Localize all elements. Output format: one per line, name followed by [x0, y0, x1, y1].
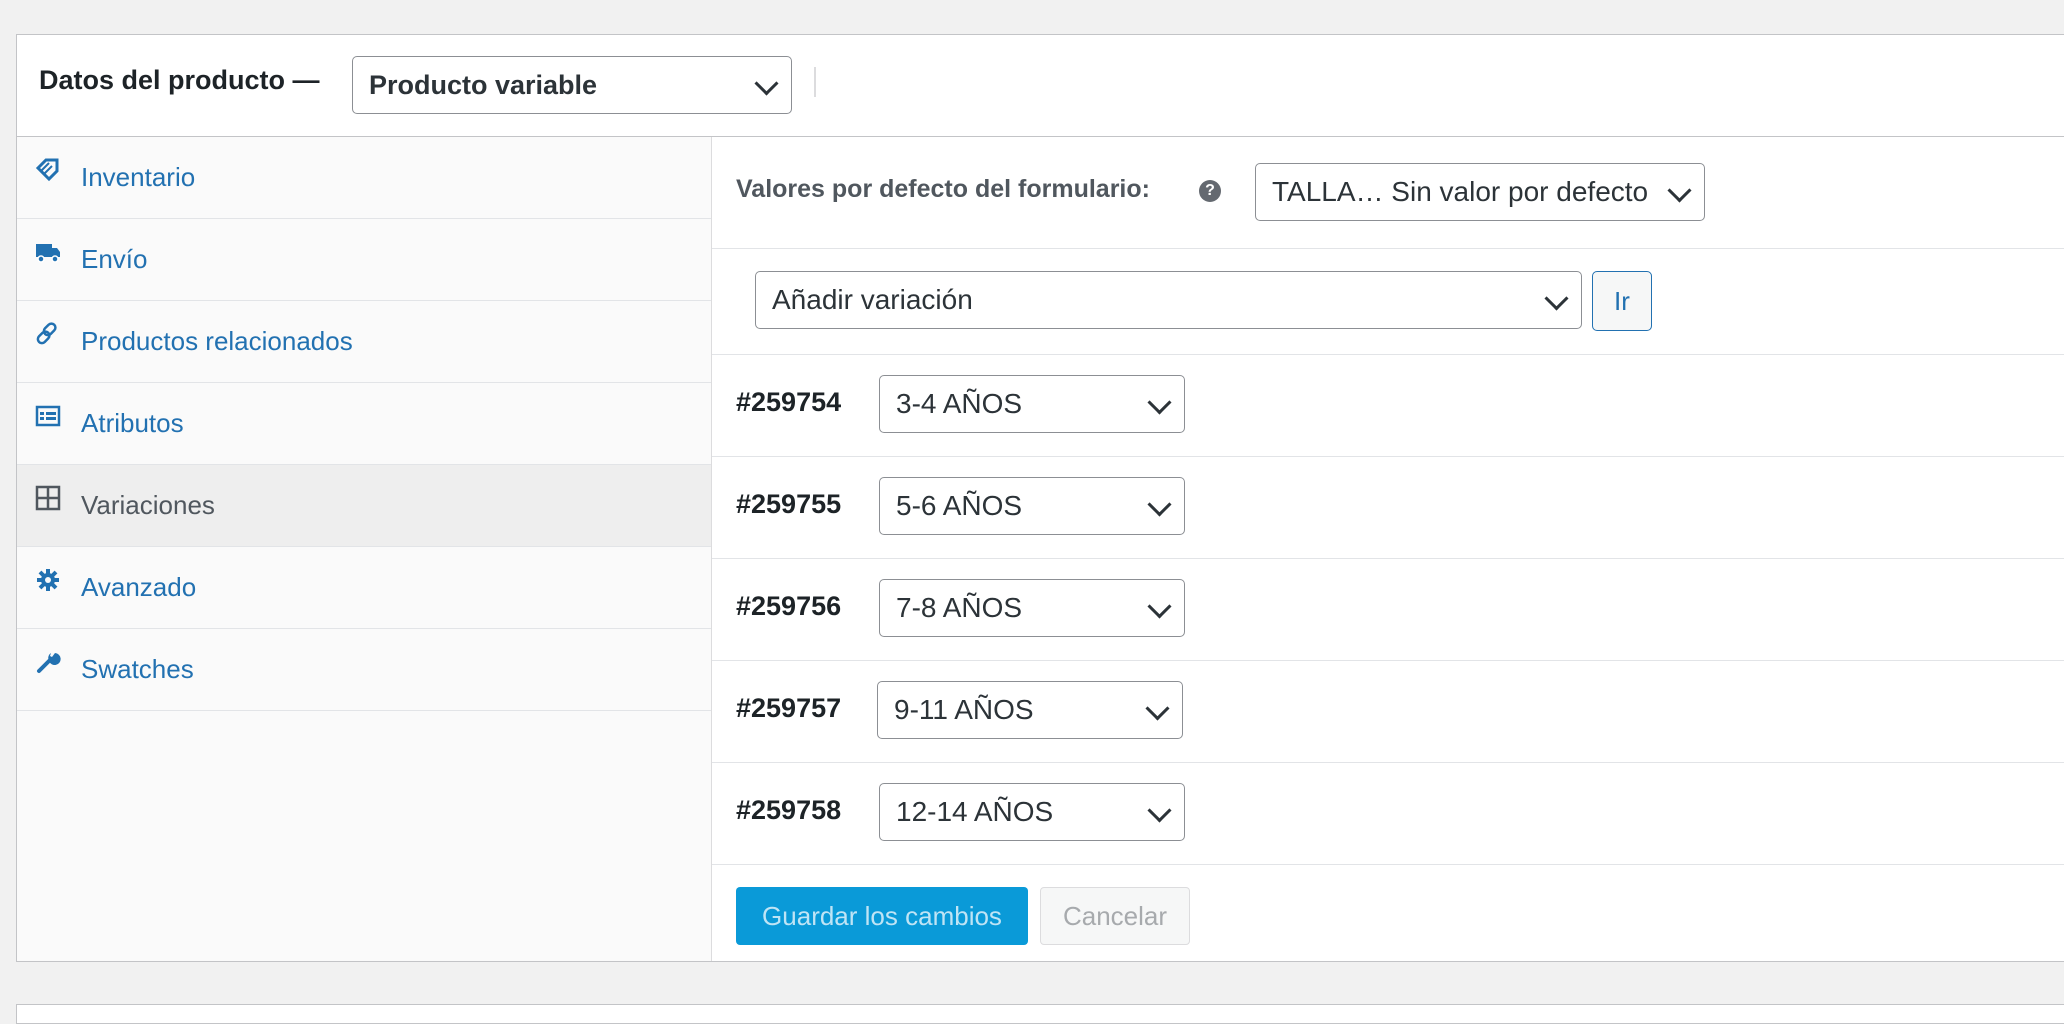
wrench-icon — [37, 653, 61, 673]
variation-attribute-value: 5-6 AÑOS — [896, 490, 1023, 521]
variation-row: #259756 7-8 AÑOS — [712, 559, 2064, 661]
list-card-icon — [35, 405, 61, 427]
grid-icon — [35, 485, 61, 511]
default-talla-select[interactable]: TALLA… Sin valor por defecto — [1255, 163, 1705, 221]
chevron-down-icon — [1147, 798, 1172, 823]
product-type-select[interactable]: Producto variable — [352, 56, 792, 114]
save-changes-button[interactable]: Guardar los cambios — [736, 887, 1028, 945]
variation-attribute-select[interactable]: 3-4 AÑOS — [879, 375, 1185, 433]
variation-id: #259758 — [736, 795, 842, 825]
sidebar-item-inventario[interactable]: Inventario — [17, 137, 711, 219]
variation-attribute-value: 12-14 AÑOS — [896, 796, 1054, 827]
variation-id: #259754 — [736, 387, 842, 417]
header-divider — [814, 67, 816, 97]
chevron-down-icon — [1147, 492, 1172, 517]
variation-id: #259756 — [736, 591, 842, 621]
sidebar-item-label: Variaciones — [81, 490, 215, 520]
variation-row: #259754 3-4 AÑOS — [712, 355, 2064, 457]
panel-header: Datos del producto — Producto variable — [17, 35, 2064, 137]
link-icon — [36, 322, 57, 345]
chevron-down-icon — [754, 71, 779, 96]
default-talla-value: TALLA… Sin valor por defecto — [1272, 176, 1649, 207]
chevron-down-icon — [1667, 178, 1692, 203]
product-data-panel: Datos del producto — Producto variable I… — [16, 34, 2064, 962]
variation-attribute-value: 7-8 AÑOS — [896, 592, 1023, 623]
variation-id: #259755 — [736, 489, 842, 519]
next-panel-edge — [16, 1004, 2064, 1024]
variation-row: #259758 12-14 AÑOS — [712, 763, 2064, 865]
help-icon[interactable]: ? — [1199, 180, 1221, 202]
chevron-down-icon — [1147, 594, 1172, 619]
add-variation-value: Añadir variación — [772, 284, 973, 315]
cancel-button[interactable]: Cancelar — [1040, 887, 1190, 945]
sidebar-item-label: Avanzado — [81, 572, 197, 602]
panel-title: Datos del producto — — [39, 65, 320, 95]
sidebar-item-swatches[interactable]: Swatches — [17, 629, 711, 711]
variation-id: #259757 — [736, 693, 842, 723]
sidebar-item-productos-relacionados[interactable]: Productos relacionados — [17, 301, 711, 383]
variation-row: #259757 9-11 AÑOS — [712, 661, 2064, 763]
variation-row: #259755 5-6 AÑOS — [712, 457, 2064, 559]
variation-attribute-value: 9-11 AÑOS — [894, 694, 1034, 725]
gear-icon — [37, 569, 59, 591]
sidebar-item-label: Atributos — [81, 408, 184, 438]
product-type-value: Producto variable — [369, 69, 598, 100]
sidebar-item-envio[interactable]: Envío — [17, 219, 711, 301]
chevron-down-icon — [1145, 696, 1170, 721]
default-form-values-label: Valores por defecto del formulario: — [736, 175, 1150, 203]
sidebar-item-label: Swatches — [81, 654, 194, 684]
bulk-actions-row: Añadir variación Ir — [712, 249, 2064, 355]
add-variation-select[interactable]: Añadir variación — [755, 271, 1582, 329]
variation-attribute-select[interactable]: 9-11 AÑOS — [877, 681, 1183, 739]
chevron-down-icon — [1147, 390, 1172, 415]
variation-attribute-select[interactable]: 12-14 AÑOS — [879, 783, 1185, 841]
chevron-down-icon — [1544, 286, 1569, 311]
variations-panel: Valores por defecto del formulario: ? TA… — [712, 137, 2064, 961]
sidebar-item-label: Productos relacionados — [81, 326, 353, 356]
sidebar-item-variaciones[interactable]: Variaciones — [17, 465, 711, 547]
truck-icon — [36, 244, 60, 263]
sidebar-item-label: Inventario — [81, 162, 196, 192]
variation-attribute-select[interactable]: 5-6 AÑOS — [879, 477, 1185, 535]
sidebar-item-atributos[interactable]: Atributos — [17, 383, 711, 465]
go-button[interactable]: Ir — [1592, 271, 1652, 331]
variation-attribute-value: 3-4 AÑOS — [896, 388, 1023, 419]
product-data-tabs: Inventario Envío Productos relacionados — [17, 137, 712, 961]
tag-icon — [35, 158, 59, 182]
sidebar-item-avanzado[interactable]: Avanzado — [17, 547, 711, 629]
sidebar-item-label: Envío — [81, 244, 148, 274]
default-form-values-row: Valores por defecto del formulario: ? TA… — [712, 137, 2064, 249]
variation-attribute-select[interactable]: 7-8 AÑOS — [879, 579, 1185, 637]
